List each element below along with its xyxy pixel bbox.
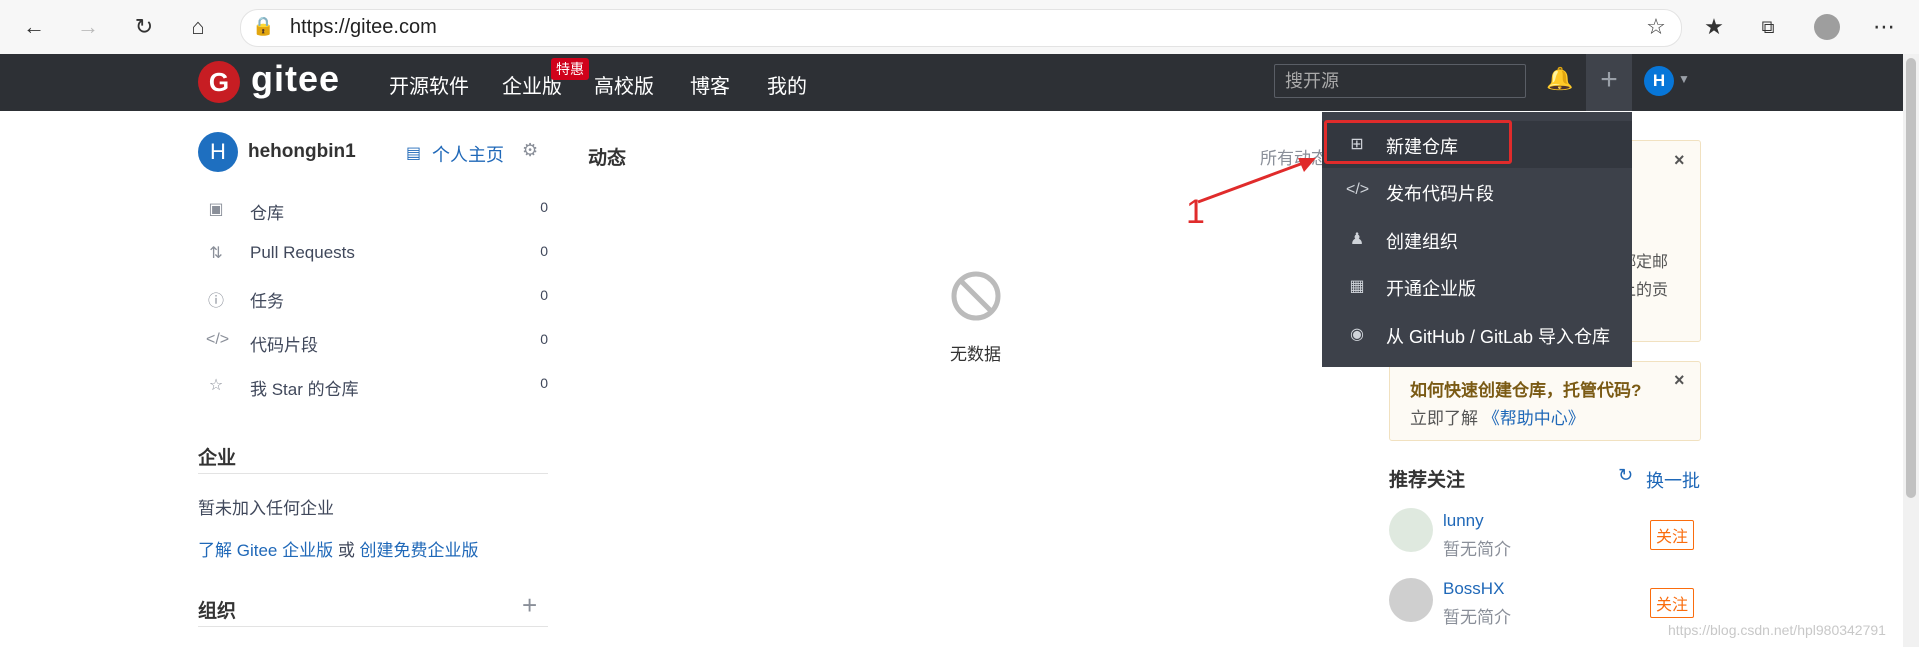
profile-card-icon: ▤	[406, 145, 422, 162]
menu-item-label: 开通企业版	[1386, 279, 1476, 299]
help-prefix: 立即了解	[1410, 409, 1483, 428]
building-icon: ▦	[1349, 278, 1365, 295]
collections-icon[interactable]: ⧉	[1752, 11, 1784, 43]
avatar[interactable]: H	[1644, 66, 1674, 96]
avatar[interactable]	[1389, 578, 1433, 622]
close-icon[interactable]: ×	[1674, 150, 1685, 171]
sidebar-item-label: Pull Requests	[250, 243, 355, 262]
user-bio: 暂无简介	[1443, 540, 1511, 559]
lock-icon[interactable]: 🔒	[252, 16, 274, 37]
user-bio: 暂无简介	[1443, 608, 1511, 627]
issue-icon: ⓘ	[207, 293, 224, 310]
homepage-link[interactable]: 个人主页	[432, 141, 504, 167]
forward-icon[interactable]: →	[72, 11, 104, 43]
search-input[interactable]: 搜开源	[1274, 64, 1526, 98]
refresh-link[interactable]: 换一批	[1646, 467, 1700, 493]
help-text: 立即了解 《帮助中心》	[1410, 404, 1585, 429]
no-data-text: 无数据	[950, 345, 1001, 364]
count: 0	[540, 375, 548, 391]
sidebar-item-issues[interactable]: ⓘ 任务 0	[198, 278, 548, 318]
divider	[198, 473, 548, 474]
gitee-logo-icon[interactable]: G	[198, 61, 240, 103]
enterprise-links: 了解 Gitee 企业版 或 创建免费企业版	[198, 536, 479, 561]
chevron-down-icon[interactable]: ▼	[1678, 72, 1690, 86]
menu-item-publish-snippet[interactable]: </> 发布代码片段	[1322, 168, 1632, 215]
home-icon[interactable]: ⌂	[182, 11, 214, 43]
annotation-arrow	[1197, 158, 1316, 204]
enterprise-heading: 企业	[198, 448, 237, 469]
follow-button[interactable]: 关注	[1650, 520, 1695, 550]
count: 0	[540, 331, 548, 347]
sidebar-item-label: 代码片段	[250, 336, 318, 355]
scrollbar-thumb[interactable]	[1906, 58, 1916, 498]
close-icon[interactable]: ×	[1674, 370, 1685, 391]
promo-badge: 特惠	[551, 58, 589, 80]
sidebar-item-label: 我 Star 的仓库	[250, 380, 359, 399]
org-heading: 组织	[198, 601, 237, 622]
pull-request-icon: ⇅	[209, 245, 223, 262]
sidebar-item-snippets[interactable]: </> 代码片段 0	[198, 322, 548, 362]
sidebar-item-pull-requests[interactable]: ⇅ Pull Requests 0	[198, 234, 548, 274]
create-enterprise-link[interactable]: 创建免费企业版	[360, 541, 479, 560]
menu-item-label: 创建组织	[1386, 232, 1458, 252]
add-org-icon[interactable]: +	[522, 590, 537, 621]
no-data-icon	[951, 271, 1001, 321]
follow-button[interactable]: 关注	[1650, 588, 1695, 618]
recommend-title: 推荐关注	[1389, 470, 1466, 491]
learn-enterprise-link[interactable]: 了解 Gitee 企业版	[198, 541, 333, 560]
count: 0	[540, 243, 548, 259]
highlight-box	[1324, 120, 1512, 164]
activity-title: 动态	[588, 148, 627, 169]
address-bar[interactable]	[240, 9, 1682, 47]
refresh-icon[interactable]: ↻	[1618, 465, 1633, 486]
annotation-number: 1	[1186, 193, 1205, 231]
user-name[interactable]: BossHX	[1443, 579, 1504, 599]
github-icon: ◉	[1350, 326, 1364, 343]
menu-item-label: 从 GitHub / GitLab 导入仓库	[1386, 327, 1611, 347]
enterprise-none: 暂未加入任何企业	[198, 499, 334, 518]
group-icon: ♟	[1349, 231, 1365, 248]
help-center-link[interactable]: 《帮助中心》	[1483, 409, 1585, 428]
back-icon[interactable]: ←	[18, 11, 50, 43]
count: 0	[540, 199, 548, 215]
url-text[interactable]: https://gitee.com	[290, 16, 437, 39]
sidebar-item-starred[interactable]: ☆ 我 Star 的仓库 0	[198, 366, 548, 406]
sidebar-item-label: 仓库	[250, 204, 284, 223]
avatar[interactable]	[1389, 508, 1433, 552]
count: 0	[540, 287, 548, 303]
profile-icon[interactable]	[1814, 14, 1840, 40]
divider	[198, 626, 548, 627]
gear-icon[interactable]: ⚙	[522, 140, 538, 161]
reload-icon[interactable]: ↻	[128, 11, 160, 43]
create-plus-button[interactable]: +	[1586, 54, 1632, 111]
code-icon: </>	[1346, 181, 1370, 198]
menu-item-create-org[interactable]: ♟ 创建组织	[1322, 216, 1632, 263]
star-icon: ☆	[208, 377, 224, 394]
sidebar-item-repos[interactable]: ▣ 仓库 0	[198, 190, 548, 230]
nav-university[interactable]: 高校版	[594, 70, 654, 99]
user-name[interactable]: lunny	[1443, 511, 1484, 531]
nav-mine[interactable]: 我的	[767, 70, 807, 99]
user-avatar[interactable]: H	[198, 132, 238, 172]
favorite-add-icon[interactable]: ☆	[1640, 11, 1672, 43]
help-card	[1389, 361, 1701, 441]
menu-item-import[interactable]: ◉ 从 GitHub / GitLab 导入仓库	[1322, 311, 1632, 358]
watermark: https://blog.csdn.net/hpl980342791	[1668, 622, 1886, 638]
bell-icon[interactable]: 🔔	[1546, 66, 1573, 92]
help-title: 如何快速创建仓库，托管代码?	[1410, 381, 1642, 400]
more-icon[interactable]: ⋯	[1868, 11, 1900, 43]
repo-icon: ▣	[208, 201, 224, 218]
nav-blog[interactable]: 博客	[690, 70, 730, 99]
sidebar-item-label: 任务	[250, 292, 284, 311]
username[interactable]: hehongbin1	[248, 141, 356, 163]
or-text: 或	[333, 541, 360, 560]
menu-item-enterprise[interactable]: ▦ 开通企业版	[1322, 263, 1632, 310]
gitee-logo-text[interactable]: gitee	[251, 58, 340, 100]
code-icon: </>	[206, 331, 230, 348]
menu-item-label: 发布代码片段	[1386, 184, 1494, 204]
favorites-icon[interactable]: ★	[1698, 11, 1730, 43]
nav-open-source[interactable]: 开源软件	[389, 70, 469, 99]
